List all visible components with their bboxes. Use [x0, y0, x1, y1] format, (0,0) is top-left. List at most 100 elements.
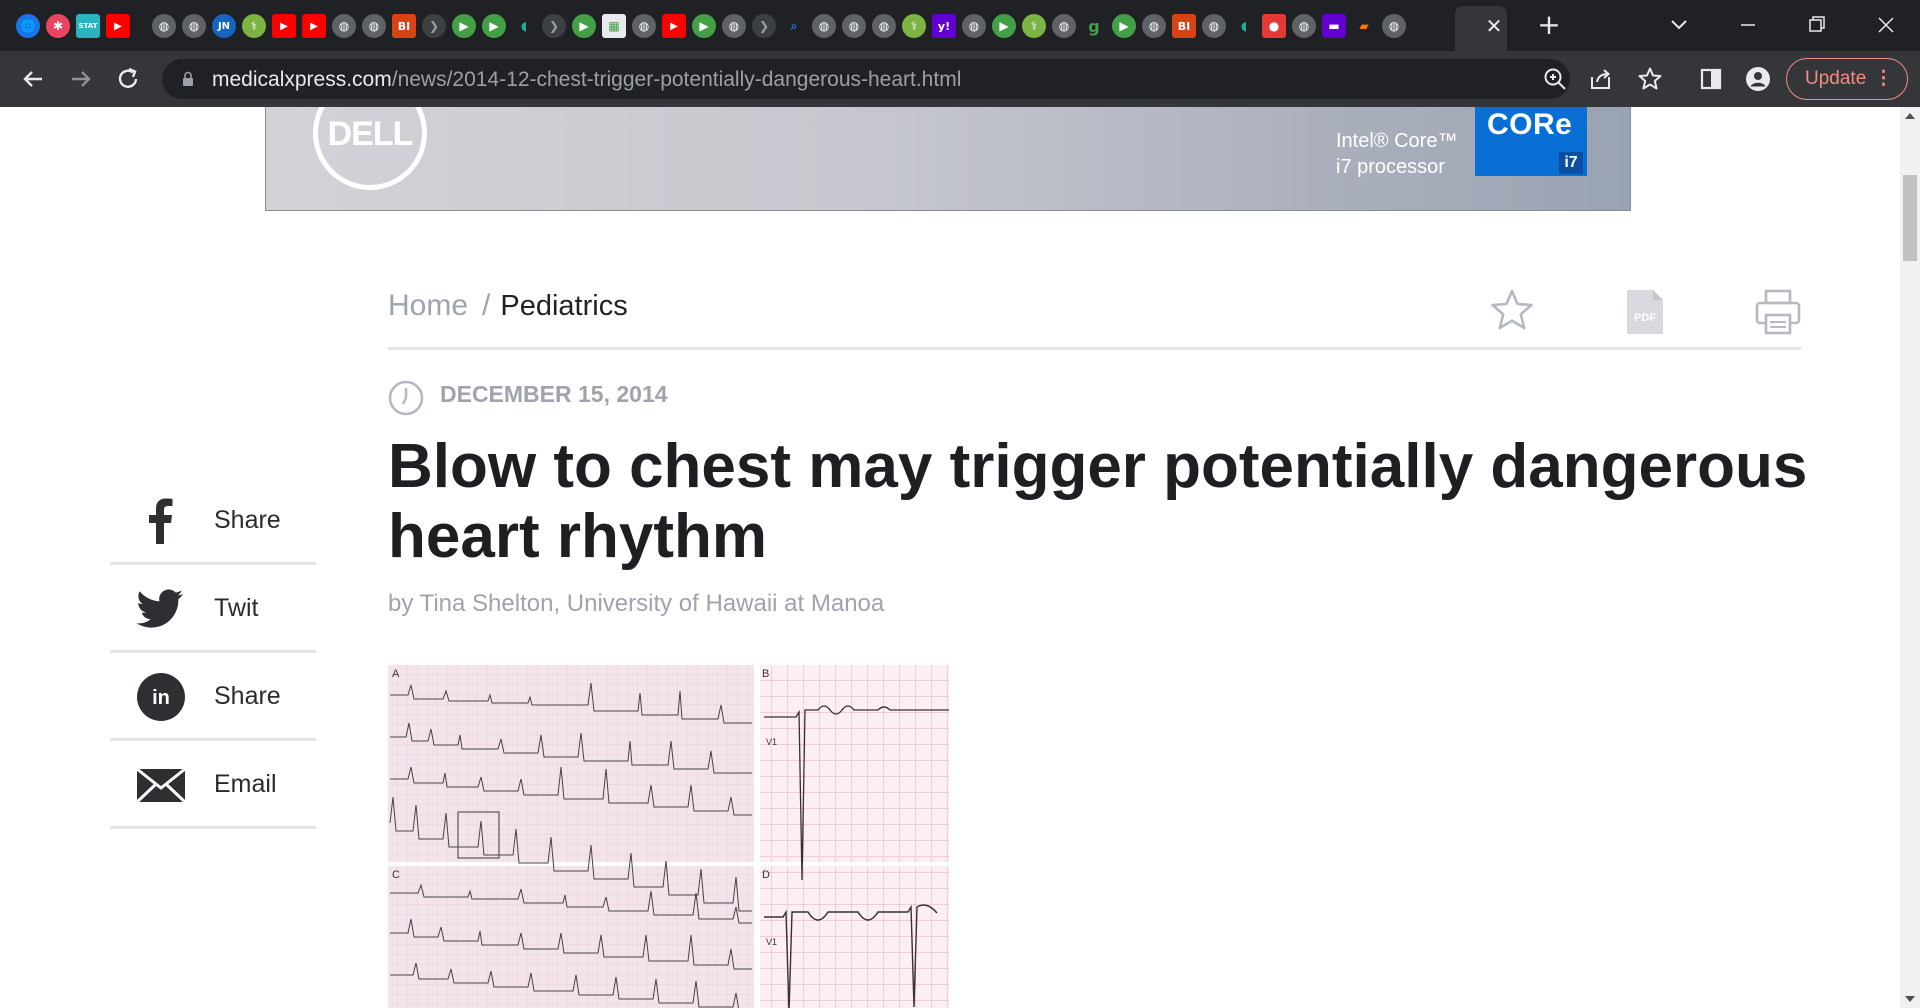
medical-icon[interactable]: ⚕ [902, 14, 926, 38]
globe-icon[interactable]: ◍ [1202, 14, 1226, 38]
url-host: medicalxpress.com [212, 68, 392, 91]
panel-label-d: D [762, 869, 770, 881]
forward-icon[interactable]: ❯ [542, 14, 566, 38]
globe-icon[interactable]: ◍ [722, 14, 746, 38]
globe-icon[interactable]: ◍ [842, 14, 866, 38]
intel-text: Intel® Core™ i7 processor [1336, 128, 1457, 180]
twit-label: Twit [214, 594, 259, 622]
bi-icon[interactable]: BI [392, 14, 416, 38]
close-tab-icon[interactable]: ✕ [1482, 14, 1506, 38]
bookmark-star-icon[interactable] [1636, 65, 1664, 93]
article-title: Blow to chest may trigger potentially da… [388, 432, 1808, 571]
search-icon[interactable]: ⌕ [782, 14, 806, 38]
bookmark-icon[interactable]: ▰ [1352, 14, 1376, 38]
globe-icon[interactable]: ◍ [1292, 14, 1316, 38]
reload-icon[interactable] [113, 64, 143, 94]
play-icon[interactable]: ▶ [572, 14, 596, 38]
ecg-panel-a [388, 665, 754, 862]
youtube-icon[interactable]: ▶ [662, 14, 686, 38]
play-icon[interactable]: ▶ [692, 14, 716, 38]
g-icon[interactable]: g [1082, 14, 1106, 38]
address-bar[interactable]: medicalxpress.com/news/2014-12-chest-tri… [162, 59, 1570, 99]
byline[interactable]: by Tina Shelton, University of Hawaii at… [388, 590, 884, 618]
shield-icon[interactable]: ◖ [512, 14, 536, 38]
medical-icon[interactable]: ⚕ [242, 14, 266, 38]
puzzle-icon[interactable]: ▦ [602, 14, 626, 38]
globe-icon[interactable]: ◍ [332, 14, 356, 38]
globe-icon[interactable]: 🌐 [16, 14, 40, 38]
share-page-icon[interactable] [1587, 65, 1615, 93]
zoom-icon[interactable] [1541, 65, 1569, 93]
side-panel-icon[interactable] [1697, 65, 1725, 93]
globe-icon[interactable]: ◍ [872, 14, 896, 38]
breadcrumb-home[interactable]: Home [388, 289, 468, 322]
mic-icon[interactable]: ● [1262, 14, 1286, 38]
bi-icon[interactable]: BI [1172, 14, 1196, 38]
yahoo-icon[interactable]: y! [932, 14, 956, 38]
play-icon[interactable]: ▶ [452, 14, 476, 38]
stat-icon[interactable]: STAT [76, 14, 100, 38]
ecg-image: A B C D V1 V1 [388, 665, 949, 1008]
breadcrumb-current[interactable]: Pediatrics [500, 290, 627, 322]
ad-banner[interactable]: DELL Intel® Core™ i7 processor CORe i7 [265, 107, 1631, 211]
share-linkedin-button[interactable]: in Share [110, 653, 316, 741]
intel-line2: i7 processor [1336, 156, 1445, 178]
url-path: /news/2014-12-chest-trigger-potentially-… [391, 68, 962, 91]
article-figure[interactable]: A B C D V1 V1 [388, 665, 949, 1008]
globe-icon[interactable]: ◍ [1142, 14, 1166, 38]
share-twitter-button[interactable]: Twit [110, 565, 316, 653]
globe-icon[interactable]: ◍ [962, 14, 986, 38]
pdf-icon[interactable]: PDF [1624, 288, 1666, 336]
flag-icon[interactable]: ▬ [1322, 14, 1346, 38]
youtube-icon[interactable]: ▶ [106, 14, 130, 38]
jn-icon[interactable]: JN [212, 14, 236, 38]
play-icon[interactable]: ▶ [1112, 14, 1136, 38]
pinwheel-icon[interactable]: ✱ [46, 14, 70, 38]
minimize-icon[interactable] [1730, 8, 1766, 42]
favorite-star-icon[interactable] [1488, 287, 1536, 335]
profile-avatar-icon[interactable] [1744, 65, 1772, 93]
page-scrollbar[interactable] [1900, 107, 1920, 1008]
svg-text:PDF: PDF [1634, 312, 1656, 324]
publish-date: DECEMBER 15, 2014 [440, 381, 668, 407]
play-icon[interactable]: ▶ [992, 14, 1016, 38]
globe-icon[interactable]: ◍ [812, 14, 836, 38]
medical-icon[interactable]: ⚕ [1022, 14, 1046, 38]
forward-icon[interactable] [66, 64, 96, 94]
globe-icon[interactable]: ◍ [1382, 14, 1406, 38]
play-icon[interactable]: ▶ [482, 14, 506, 38]
globe-icon[interactable]: ◍ [182, 14, 206, 38]
clock-icon [388, 380, 424, 416]
email-label: Email [214, 770, 277, 798]
share-sidebar: Share Twit in Share Email [110, 477, 316, 829]
lead-label-b: V1 [766, 737, 777, 747]
core-tier: i7 [1559, 152, 1583, 174]
youtube-icon[interactable]: ▶ [302, 14, 326, 38]
globe-icon[interactable]: ◍ [152, 14, 176, 38]
print-icon[interactable] [1754, 289, 1802, 335]
globe-icon[interactable]: ◍ [362, 14, 386, 38]
shield-icon[interactable]: ◖ [1232, 14, 1256, 38]
close-window-icon[interactable] [1868, 8, 1904, 42]
back-icon[interactable] [18, 64, 48, 94]
scroll-thumb[interactable] [1903, 175, 1917, 261]
intel-line1: Intel® Core™ [1336, 130, 1458, 152]
lock-icon[interactable] [182, 71, 194, 87]
share-facebook-button[interactable]: Share [110, 477, 316, 565]
menu-icon[interactable]: ⋮ [1874, 59, 1893, 99]
url-text[interactable]: medicalxpress.com/news/2014-12-chest-tri… [212, 68, 961, 92]
scroll-down-arrow[interactable] [1905, 996, 1915, 1002]
scroll-up-arrow[interactable] [1905, 113, 1915, 119]
forward-icon[interactable]: ❯ [752, 14, 776, 38]
new-tab-button[interactable]: + [1535, 11, 1563, 40]
update-button[interactable]: Update ⋮ [1786, 58, 1908, 100]
globe-icon[interactable]: ◍ [1052, 14, 1076, 38]
tab-search-icon[interactable] [1661, 8, 1697, 42]
globe-icon[interactable]: ◍ [632, 14, 656, 38]
share-email-button[interactable]: Email [110, 741, 316, 829]
forward-icon[interactable]: ❯ [422, 14, 446, 38]
youtube-icon[interactable]: ▶ [272, 14, 296, 38]
browser-toolbar: medicalxpress.com/news/2014-12-chest-tri… [0, 51, 1920, 107]
dell-logo: DELL [313, 107, 427, 190]
restore-icon[interactable] [1798, 8, 1834, 42]
